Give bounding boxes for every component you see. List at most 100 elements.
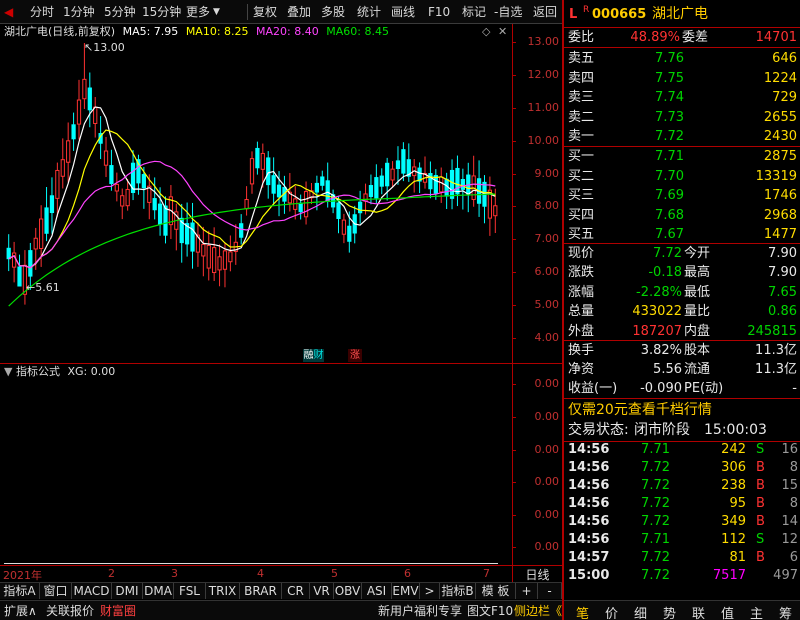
quote-tab[interactable]: 值 bbox=[713, 603, 742, 620]
quote-tab[interactable]: 主 bbox=[742, 603, 771, 620]
candle[interactable] bbox=[71, 112, 76, 151]
order-book-row[interactable]: 卖五 7.76 646 bbox=[564, 49, 800, 68]
candle[interactable] bbox=[6, 234, 11, 272]
rise-badge[interactable]: 涨 bbox=[348, 349, 362, 362]
quote-tab[interactable]: 联 bbox=[684, 603, 713, 620]
candle[interactable] bbox=[217, 244, 222, 287]
candle[interactable] bbox=[293, 186, 298, 220]
indicator-tab[interactable]: MACD bbox=[72, 583, 112, 599]
quote-tab[interactable]: 价 bbox=[597, 603, 626, 620]
draw-line-button[interactable]: 画线 bbox=[391, 3, 415, 21]
indicator-tab[interactable]: BRAR bbox=[240, 583, 282, 599]
close-icon[interactable]: ✕ bbox=[498, 24, 507, 40]
candle[interactable] bbox=[11, 241, 17, 283]
order-book-row[interactable]: 买四 7.68 2968 bbox=[564, 206, 800, 225]
candle[interactable] bbox=[66, 122, 71, 183]
order-book-row[interactable]: 卖一 7.72 2430 bbox=[564, 127, 800, 146]
candle[interactable] bbox=[385, 157, 390, 201]
expand-button[interactable]: 扩展∧ bbox=[4, 603, 37, 619]
indicator-tab[interactable]: 指标A bbox=[0, 583, 40, 599]
candle[interactable] bbox=[109, 149, 114, 191]
candle[interactable] bbox=[55, 162, 60, 217]
candle[interactable] bbox=[44, 187, 49, 242]
indicator-tab[interactable]: 窗口 bbox=[40, 583, 72, 599]
candle[interactable] bbox=[439, 167, 444, 203]
candle[interactable] bbox=[87, 72, 92, 128]
candle[interactable] bbox=[120, 188, 125, 220]
candle[interactable] bbox=[298, 194, 303, 220]
f10-button[interactable]: F10 bbox=[428, 3, 450, 21]
candle[interactable] bbox=[195, 222, 201, 267]
quote-tab[interactable]: 势 bbox=[655, 603, 684, 620]
statistics-button[interactable]: 统计 bbox=[357, 3, 381, 21]
candle[interactable] bbox=[309, 182, 314, 205]
overlay-button[interactable]: 叠加 bbox=[287, 3, 311, 21]
dropdown-arrow-icon[interactable]: ▼ bbox=[213, 3, 220, 21]
candle[interactable] bbox=[428, 161, 433, 199]
indicator-tab[interactable]: > bbox=[420, 583, 440, 599]
back-button[interactable]: 返回 bbox=[533, 3, 557, 21]
candlestick-chart[interactable] bbox=[0, 40, 512, 362]
quote-tab[interactable]: 细 bbox=[626, 603, 655, 620]
indicator-tab[interactable]: 模 板 bbox=[476, 583, 516, 599]
collapse-icon[interactable]: ▼ bbox=[4, 365, 12, 378]
wealth-circle-button[interactable]: 财富圈 bbox=[100, 603, 136, 619]
candle[interactable] bbox=[471, 155, 476, 207]
indicator-tab[interactable]: DMA bbox=[143, 583, 174, 599]
candle[interactable] bbox=[412, 158, 417, 193]
multi-stock-button[interactable]: 多股 bbox=[321, 3, 345, 21]
candle[interactable] bbox=[190, 202, 195, 269]
candle[interactable] bbox=[152, 177, 157, 220]
indicator-tab[interactable]: EMV bbox=[392, 583, 420, 599]
indicator-tab[interactable]: + bbox=[516, 583, 538, 599]
remove-watchlist-button[interactable]: -自选 bbox=[494, 3, 522, 21]
candle[interactable] bbox=[49, 177, 55, 234]
indicator-tab[interactable]: ASI bbox=[362, 583, 392, 599]
candle[interactable] bbox=[93, 97, 98, 138]
order-book-row[interactable]: 买二 7.70 13319 bbox=[564, 167, 800, 186]
candle[interactable] bbox=[249, 151, 255, 194]
candle[interactable] bbox=[433, 169, 438, 200]
candle[interactable] bbox=[125, 179, 130, 211]
chevron-left-icon[interactable]: ◀ bbox=[4, 3, 13, 21]
candle[interactable] bbox=[320, 170, 325, 191]
candle[interactable] bbox=[76, 79, 82, 140]
restore-rights-button[interactable]: 复权 bbox=[253, 3, 277, 21]
candle[interactable] bbox=[390, 161, 395, 188]
candle[interactable] bbox=[449, 159, 455, 210]
tab-more[interactable]: 更多 bbox=[186, 3, 210, 21]
candle[interactable] bbox=[255, 141, 260, 175]
quote-tab[interactable]: 笔 bbox=[568, 603, 597, 620]
order-book-row[interactable]: 卖四 7.75 1224 bbox=[564, 69, 800, 88]
candle[interactable] bbox=[244, 186, 249, 216]
candle[interactable] bbox=[476, 160, 482, 217]
candle[interactable] bbox=[17, 254, 22, 287]
indicator-tab[interactable]: DMI bbox=[112, 583, 143, 599]
candle[interactable] bbox=[422, 156, 428, 189]
candle[interactable] bbox=[341, 213, 347, 244]
candle[interactable] bbox=[130, 150, 136, 201]
indicator-tab[interactable]: 指标B bbox=[440, 583, 476, 599]
period-label[interactable]: 日线 bbox=[512, 566, 562, 582]
candle[interactable] bbox=[401, 142, 406, 182]
candle[interactable] bbox=[406, 143, 411, 182]
mark-button[interactable]: 标记 bbox=[462, 3, 486, 21]
candle[interactable] bbox=[201, 226, 206, 277]
order-book-row[interactable]: 卖二 7.73 2655 bbox=[564, 108, 800, 127]
order-book-row[interactable]: 买三 7.69 1746 bbox=[564, 186, 800, 205]
candle[interactable] bbox=[114, 172, 119, 202]
candle[interactable] bbox=[60, 138, 65, 189]
candle[interactable] bbox=[271, 157, 276, 205]
indicator-tab[interactable]: OBV bbox=[334, 583, 362, 599]
new-user-promo-link[interactable]: 新用户福利专享 bbox=[378, 603, 462, 619]
f10-graphic-button[interactable]: 图文F10 bbox=[467, 603, 513, 619]
candle[interactable] bbox=[103, 136, 109, 178]
sidebar-toggle-button[interactable]: 侧边栏《 bbox=[514, 603, 562, 619]
candle[interactable] bbox=[455, 155, 460, 207]
candle[interactable] bbox=[206, 230, 211, 281]
quote-tab[interactable]: 筹 bbox=[771, 603, 800, 620]
indicator-tab[interactable]: - bbox=[538, 583, 562, 599]
candle[interactable] bbox=[395, 146, 401, 185]
indicator-tab[interactable]: TRIX bbox=[206, 583, 240, 599]
indicator-tab[interactable]: CR bbox=[282, 583, 310, 599]
